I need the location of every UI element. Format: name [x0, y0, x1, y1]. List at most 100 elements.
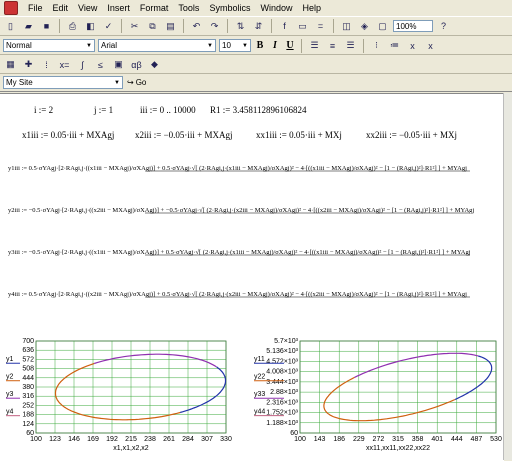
menu-file[interactable]: File — [28, 3, 43, 13]
boolean-icon[interactable]: ≤ — [93, 57, 108, 72]
redo-icon[interactable]: ↷ — [207, 19, 222, 34]
y-tick-label: 700 — [22, 338, 34, 345]
menu-symbolics[interactable]: Symbolics — [209, 3, 250, 13]
menu-tools[interactable]: Tools — [178, 3, 199, 13]
legend-label-y3: y3 — [6, 391, 14, 398]
new-icon[interactable]: ▯ — [3, 19, 18, 34]
align-vertical-icon[interactable]: ⇵ — [251, 19, 266, 34]
x-tick-label: 229 — [353, 436, 365, 443]
go-button[interactable]: ↪ Go — [127, 78, 146, 87]
undo-icon[interactable]: ↶ — [189, 19, 204, 34]
menu-edit[interactable]: Edit — [53, 3, 69, 13]
save-icon[interactable]: ■ — [39, 19, 54, 34]
zoom-select[interactable]: 100% — [393, 20, 433, 32]
def-x1[interactable]: x1iii := 0.05·iii + MXAgj — [22, 130, 114, 140]
def-xx2[interactable]: xx2iii := −0.05·iii + MXj — [366, 130, 457, 140]
open-icon[interactable]: ▰ — [21, 19, 36, 34]
spell-check-icon[interactable]: ✓ — [101, 19, 116, 34]
math-toolbar: ▦ ✚ ⁞ x= ∫ ≤ ▣ αβ ◆ — [0, 56, 512, 74]
insert-function-icon[interactable]: f — [277, 19, 292, 34]
size-select[interactable]: 10 ▼ — [219, 39, 251, 52]
font-select[interactable]: Arial ▼ — [98, 39, 216, 52]
equation-y2[interactable]: y2iii := −0.5·σYAgj·[2·RAgi,j·((x2iii − … — [8, 206, 498, 215]
app-icon[interactable] — [4, 1, 18, 15]
graph-icon[interactable]: ✚ — [21, 57, 36, 72]
equation-y1[interactable]: y1iii := 0.5·σYAgj·[2·RAgi,j·((x1iii − M… — [8, 164, 498, 173]
separator — [301, 38, 302, 53]
def-iii[interactable]: iii := 0 .. 10000 — [140, 105, 196, 115]
x-tick-label: 358 — [412, 436, 424, 443]
print-icon[interactable]: ⎙ — [65, 19, 80, 34]
def-x2[interactable]: x2iii := −0.05·iii + MXAgj — [135, 130, 232, 140]
align-right-icon[interactable]: ☰ — [343, 38, 358, 53]
x-axis-label: x1,x1,x2,x2 — [113, 445, 149, 452]
def-i[interactable]: i := 2 — [34, 105, 53, 115]
calculate-icon[interactable]: = — [313, 19, 328, 34]
cut-icon[interactable]: ✂ — [127, 19, 142, 34]
matrix-icon[interactable]: ⁞ — [39, 57, 54, 72]
y-tick-label: 188 — [22, 412, 34, 419]
def-R1[interactable]: R1 := 3.458112896106824 — [210, 105, 307, 115]
separator — [121, 19, 122, 33]
x-tick-label: 100 — [294, 436, 306, 443]
legend-label-y1: y1 — [6, 356, 14, 363]
copy-icon[interactable]: ⧉ — [145, 19, 160, 34]
worksheet[interactable]: i := 2 j := 1 iii := 0 .. 10000 R1 := 3.… — [0, 93, 504, 461]
menu-format[interactable]: Format — [140, 3, 169, 13]
site-select[interactable]: My Site ▼ — [3, 76, 123, 89]
italic-button[interactable]: I — [269, 40, 281, 51]
x-tick-label: 284 — [182, 436, 194, 443]
separator — [59, 19, 60, 33]
x-tick-label: 169 — [87, 436, 99, 443]
y-tick-label: 2.88×10³ — [270, 389, 298, 396]
style-select[interactable]: Normal ▼ — [3, 39, 95, 52]
menu-insert[interactable]: Insert — [107, 3, 130, 13]
vertical-scrollbar[interactable] — [503, 93, 512, 460]
menu-window[interactable]: Window — [260, 3, 292, 13]
equation-y4[interactable]: y4iii := 0.5·σYAgj·[2·RAgi,j·((x2iii − M… — [8, 290, 498, 299]
bold-button[interactable]: B — [254, 40, 266, 51]
y-tick-label: 444 — [22, 375, 34, 382]
component-icon[interactable]: ◫ — [339, 19, 354, 34]
equation-y3[interactable]: y3iii := −0.5·σYAgj·[2·RAgi,j·((x1iii − … — [8, 248, 498, 257]
underline-button[interactable]: U — [284, 40, 296, 51]
symbolic-icon[interactable]: ◆ — [147, 57, 162, 72]
align-icon[interactable]: ⇅ — [233, 19, 248, 34]
equations-area — [145, 170, 470, 298]
align-center-icon[interactable]: ≡ — [325, 38, 340, 53]
x-tick-label: 215 — [125, 436, 137, 443]
x-tick-label: 530 — [490, 436, 502, 443]
y-tick-label: 5.136×10³ — [266, 348, 298, 355]
calculator-icon[interactable]: ▦ — [3, 57, 18, 72]
def-j[interactable]: j := 1 — [94, 105, 113, 115]
insert-unit-icon[interactable]: ▭ — [295, 19, 310, 34]
x-tick-label: 186 — [333, 436, 345, 443]
menu-help[interactable]: Help — [302, 3, 321, 13]
evaluation-icon[interactable]: x= — [57, 57, 72, 72]
style-value: Normal — [6, 41, 32, 50]
print-preview-icon[interactable]: ◧ — [83, 19, 98, 34]
paste-icon[interactable]: ▤ — [163, 19, 178, 34]
help-icon[interactable]: ? — [436, 19, 451, 34]
zoom-value: 100% — [396, 21, 417, 31]
xy-plot-2[interactable]: 601.188×10³1.752×10³2.316×10³2.88×10³3.4… — [252, 338, 504, 458]
y-tick-label: 2.316×10³ — [266, 399, 298, 406]
xy-plot-1[interactable]: 60124188252316380444508572636700100 123 14… — [4, 338, 234, 458]
resource-icon[interactable]: ◈ — [357, 19, 372, 34]
menu-view[interactable]: View — [78, 3, 97, 13]
greek-icon[interactable]: αβ — [129, 57, 144, 72]
legend-label-y22: y22 — [254, 374, 265, 381]
standard-toolbar: ▯ ▰ ■ ⎙ ◧ ✓ ✂ ⧉ ▤ ↶ ↷ ⇅ ⇵ f ▭ = ◫ ◈ ▢ 10… — [0, 16, 512, 36]
subscript-icon[interactable]: x — [405, 38, 420, 53]
def-xx1[interactable]: xx1iii := 0.05·iii + MXj — [256, 130, 342, 140]
bullets-icon[interactable]: ⁝ — [369, 38, 384, 53]
separator — [363, 38, 364, 53]
align-left-icon[interactable]: ☰ — [307, 38, 322, 53]
calculus-icon[interactable]: ∫ — [75, 57, 90, 72]
legend-label-y4: y4 — [6, 409, 14, 416]
numbering-icon[interactable]: ≔ — [387, 38, 402, 53]
superscript-icon[interactable]: x — [423, 38, 438, 53]
programming-icon[interactable]: ▣ — [111, 57, 126, 72]
window-icon[interactable]: ▢ — [375, 19, 390, 34]
x-axis-label: xx11,xx11,xx22,xx22 — [366, 445, 430, 452]
